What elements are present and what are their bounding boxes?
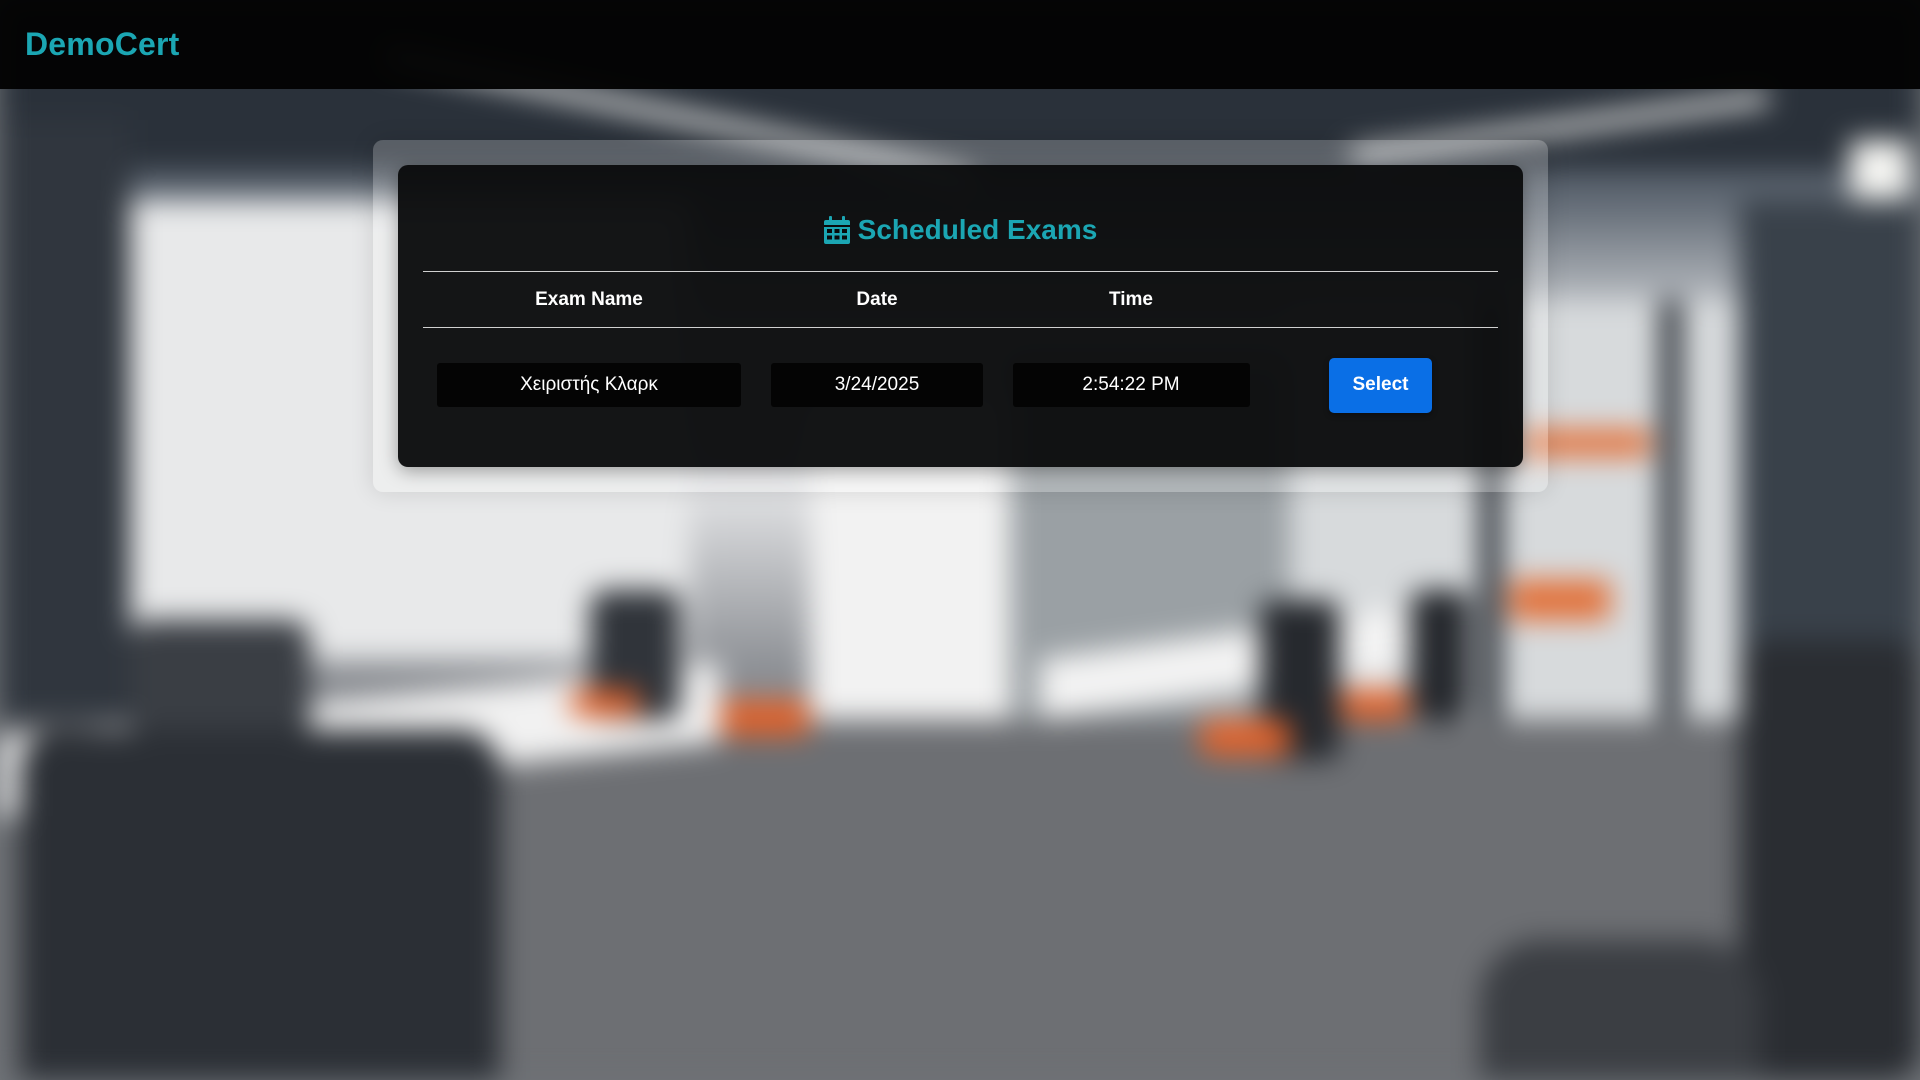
brand-logo-link[interactable]: DemoCert [25,26,180,63]
card-title-text: Scheduled Exams [857,214,1098,245]
top-navbar: DemoCert [0,0,1920,89]
table-header-row: Exam Name Date Time [423,271,1498,328]
exam-name-value: Χειριστής Κλαρκ [437,363,741,407]
column-header-exam-name: Exam Name [423,271,755,328]
calendar-icon [823,216,850,244]
exam-date-value: 3/24/2025 [771,363,983,407]
cell-time: 2:54:22 PM [999,328,1263,443]
scheduled-exams-card: Scheduled Exams Exam Name Date Time Χειρ… [398,165,1523,467]
select-exam-button[interactable]: Select [1329,357,1432,413]
exams-table: Exam Name Date Time Χειριστής Κλαρκ 3/24… [423,271,1498,442]
cell-date: 3/24/2025 [755,328,999,443]
column-header-date: Date [755,271,999,328]
cell-action: Select [1263,328,1498,443]
cell-exam-name: Χειριστής Κλαρκ [423,328,755,443]
exam-time-value: 2:54:22 PM [1012,363,1250,407]
card-title: Scheduled Exams [423,165,1498,271]
column-header-time: Time [999,271,1263,328]
table-row: Χειριστής Κλαρκ 3/24/2025 2:54:22 PM Sel… [423,328,1498,443]
column-header-action [1263,271,1498,328]
exams-panel-container: Scheduled Exams Exam Name Date Time Χειρ… [373,140,1548,492]
